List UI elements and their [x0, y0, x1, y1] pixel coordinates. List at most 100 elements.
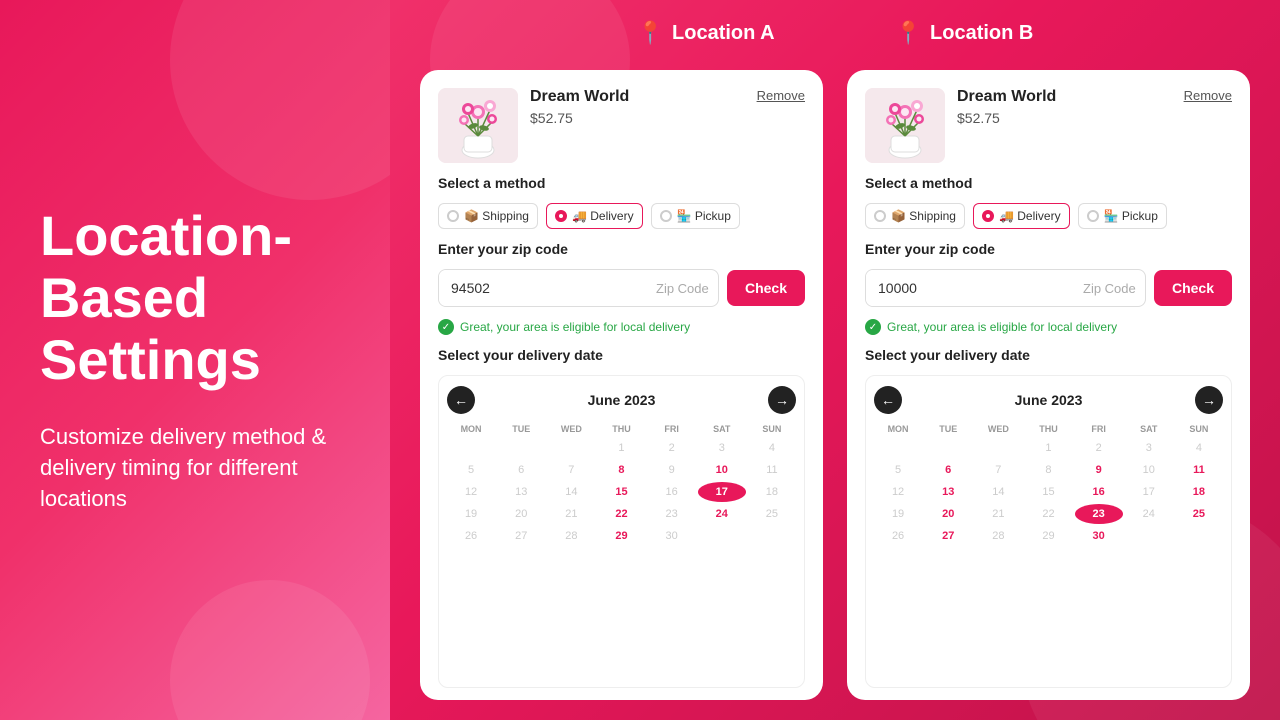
cal-day[interactable]: 12 — [874, 482, 922, 502]
cal-day[interactable] — [497, 438, 545, 458]
cal-day[interactable]: 2 — [1075, 438, 1123, 458]
cal-day[interactable]: 30 — [648, 526, 696, 546]
cal-day[interactable]: 12 — [447, 482, 495, 502]
cal-day[interactable]: 19 — [874, 504, 922, 524]
cal-day[interactable]: 25 — [1175, 504, 1223, 524]
main-subtitle: Customize delivery method & delivery tim… — [40, 422, 350, 514]
cal-day[interactable]: 7 — [974, 460, 1022, 480]
cal-day[interactable] — [924, 438, 972, 458]
check-circle-a: ✓ — [438, 319, 454, 335]
cal-day[interactable]: 20 — [497, 504, 545, 524]
cal-prev-b[interactable]: ← — [874, 386, 902, 414]
check-button-b[interactable]: Check — [1154, 270, 1232, 306]
cal-dow: SAT — [1125, 422, 1173, 436]
zip-input-a[interactable] — [439, 270, 644, 306]
cal-day[interactable]: 7 — [547, 460, 595, 480]
cal-day[interactable]: 27 — [497, 526, 545, 546]
remove-link-b[interactable]: Remove — [1184, 88, 1232, 103]
cal-next-a[interactable]: → — [768, 386, 796, 414]
cal-day[interactable]: 1 — [597, 438, 645, 458]
method-shipping-a[interactable]: 📦 Shipping — [438, 203, 538, 229]
cal-day[interactable] — [874, 438, 922, 458]
cal-day[interactable]: 9 — [648, 460, 696, 480]
cal-day[interactable] — [1175, 526, 1223, 546]
cal-day[interactable]: 21 — [974, 504, 1022, 524]
cal-day[interactable]: 8 — [1024, 460, 1072, 480]
location-b-tab[interactable]: 📍 Location B — [835, 12, 1094, 54]
cal-day[interactable]: 11 — [748, 460, 796, 480]
method-pickup-label-a: 🏪 Pickup — [677, 209, 731, 223]
cal-header-a: ← June 2023 → — [447, 386, 796, 414]
cal-day[interactable]: 18 — [748, 482, 796, 502]
cal-day[interactable]: 5 — [447, 460, 495, 480]
cal-day[interactable]: 11 — [1175, 460, 1223, 480]
cal-day[interactable]: 22 — [1024, 504, 1072, 524]
cal-day[interactable] — [748, 526, 796, 546]
cal-day[interactable]: 29 — [597, 526, 645, 546]
cal-day[interactable] — [547, 438, 595, 458]
cal-day[interactable]: 26 — [447, 526, 495, 546]
cal-day[interactable]: 6 — [497, 460, 545, 480]
method-delivery-label-b: 🚚 Delivery — [999, 209, 1061, 223]
cal-day[interactable]: 27 — [924, 526, 972, 546]
cal-day[interactable]: 10 — [1125, 460, 1173, 480]
cal-day[interactable]: 22 — [597, 504, 645, 524]
location-a-tab[interactable]: 📍 Location A — [577, 12, 835, 54]
cal-day[interactable]: 28 — [547, 526, 595, 546]
cal-day[interactable] — [974, 438, 1022, 458]
cal-day[interactable]: 5 — [874, 460, 922, 480]
cal-day[interactable]: 13 — [924, 482, 972, 502]
cal-day[interactable] — [1125, 526, 1173, 546]
cal-day[interactable]: 30 — [1075, 526, 1123, 546]
cal-day[interactable]: 24 — [698, 504, 746, 524]
cal-day[interactable]: 8 — [597, 460, 645, 480]
cal-day[interactable]: 29 — [1024, 526, 1072, 546]
cal-day[interactable]: 4 — [1175, 438, 1223, 458]
cal-day[interactable]: 3 — [698, 438, 746, 458]
cal-day[interactable]: 2 — [648, 438, 696, 458]
cal-day[interactable]: 25 — [748, 504, 796, 524]
cal-day[interactable]: 23 — [648, 504, 696, 524]
cal-day[interactable] — [698, 526, 746, 546]
cal-day[interactable]: 20 — [924, 504, 972, 524]
cal-day[interactable]: 26 — [874, 526, 922, 546]
check-button-a[interactable]: Check — [727, 270, 805, 306]
cal-day[interactable]: 21 — [547, 504, 595, 524]
cal-dow: TUE — [924, 422, 972, 436]
cal-day[interactable]: 3 — [1125, 438, 1173, 458]
cal-day[interactable]: 19 — [447, 504, 495, 524]
cal-day[interactable]: 1 — [1024, 438, 1072, 458]
method-delivery-b[interactable]: 🚚 Delivery — [973, 203, 1070, 229]
cal-day[interactable]: 15 — [1024, 482, 1072, 502]
cal-day[interactable] — [447, 438, 495, 458]
cal-day[interactable]: 28 — [974, 526, 1022, 546]
cal-prev-a[interactable]: ← — [447, 386, 475, 414]
cal-month-b: June 2023 — [1015, 392, 1083, 408]
cal-day[interactable]: 4 — [748, 438, 796, 458]
zip-wrapper-a: Zip Code Check — [438, 269, 805, 307]
cal-day[interactable]: 14 — [547, 482, 595, 502]
cal-day[interactable]: 16 — [648, 482, 696, 502]
cal-day[interactable]: 10 — [698, 460, 746, 480]
method-pickup-b[interactable]: 🏪 Pickup — [1078, 203, 1167, 229]
cal-day[interactable]: 17 — [698, 482, 746, 502]
method-pickup-a[interactable]: 🏪 Pickup — [651, 203, 740, 229]
method-shipping-b[interactable]: 📦 Shipping — [865, 203, 965, 229]
cal-day[interactable]: 24 — [1125, 504, 1173, 524]
cal-day[interactable]: 15 — [597, 482, 645, 502]
cal-dow: SUN — [1175, 422, 1223, 436]
cal-day[interactable]: 18 — [1175, 482, 1223, 502]
method-row-a: 📦 Shipping 🚚 Delivery 🏪 Pickup — [438, 203, 805, 229]
cal-day[interactable]: 17 — [1125, 482, 1173, 502]
cal-day[interactable]: 9 — [1075, 460, 1123, 480]
cal-day[interactable]: 16 — [1075, 482, 1123, 502]
method-delivery-a[interactable]: 🚚 Delivery — [546, 203, 643, 229]
zip-input-b[interactable] — [866, 270, 1071, 306]
cal-day[interactable]: 13 — [497, 482, 545, 502]
cal-day[interactable]: 14 — [974, 482, 1022, 502]
eligible-text-b: Great, your area is eligible for local d… — [887, 320, 1117, 334]
cal-next-b[interactable]: → — [1195, 386, 1223, 414]
remove-link-a[interactable]: Remove — [757, 88, 805, 103]
cal-day[interactable]: 6 — [924, 460, 972, 480]
cal-day[interactable]: 23 — [1075, 504, 1123, 524]
